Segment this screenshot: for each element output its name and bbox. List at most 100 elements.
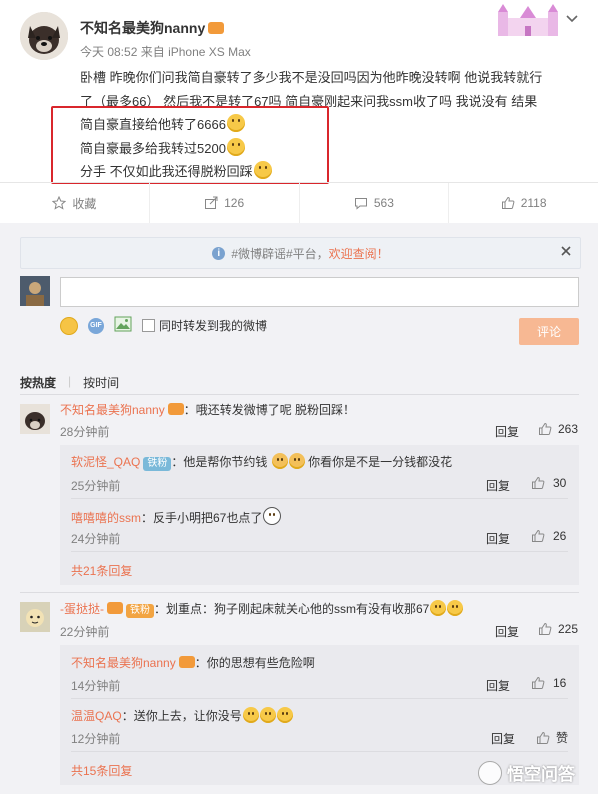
reply-reply-button[interactable]: 回复 [486,477,510,494]
reply-time: 14分钟前 [71,679,121,693]
reply-time: 12分钟前 [71,732,121,746]
post-source[interactable]: iPhone XS Max [168,45,251,59]
author-avatar[interactable] [20,12,68,60]
more-replies-link[interactable]: 共21条回复 [71,562,132,579]
thumbs-up-icon [539,622,552,635]
sync-checkbox[interactable] [142,319,155,332]
comment-input[interactable] [60,277,579,307]
castle-decoration [494,4,562,38]
laugh-emoji-icon [276,707,293,723]
vip-badge-icon [167,403,184,415]
notice-close-icon[interactable] [559,244,573,258]
more-replies-link[interactable]: 共15条回复 [71,762,132,779]
emoji-picker-icon[interactable] [60,316,78,335]
comment-reply-button[interactable]: 回复 [495,423,519,440]
reply-like-button[interactable]: 16 [531,676,566,690]
reply-body: 不知名最美狗nanny ：你的思想有些危险啊 [71,654,315,671]
dog-avatar-icon [25,412,45,430]
reply-user[interactable]: 嘻嘻嘻的ssm [71,511,141,525]
reply-divider [71,498,568,499]
star-icon [52,196,67,210]
notice-text: #微博辟谣#平台， [231,246,329,261]
reply-user[interactable]: 温温QAQ [71,709,122,723]
watermark-text: 悟空问答 [507,765,575,784]
like-count: 30 [553,476,567,490]
favorite-button[interactable]: 收藏 [0,183,150,223]
author-name-text[interactable]: 不知名最美狗nanny [80,20,205,36]
comment-text: ：哦还转发微博了呢 脱粉回踩！ [183,403,356,417]
reply-divider [71,551,568,552]
reply-text: ：送你上去，让你没号 [121,709,242,723]
post-meta: 今天 08:52 来自 iPhone XS Max [80,43,251,60]
comment-like-button[interactable]: 263 [538,422,578,436]
fan-badge: 铁粉 [143,457,172,471]
sort-divider-line [20,394,579,395]
like-count: 263 [558,422,579,436]
reply-time: 24分钟前 [71,532,121,546]
source-prefix: 来自 [140,45,165,59]
dog-avatar-icon [20,12,68,60]
notice-link[interactable]: 欢迎查阅！ [329,245,389,262]
sort-divider: | [68,374,72,388]
comment-user[interactable]: -蛋挞挞- [60,602,104,616]
image-upload-icon[interactable] [114,316,132,335]
reply-reply-button[interactable]: 回复 [486,530,510,547]
reply-like-button[interactable]: 30 [531,476,566,490]
thumbs-up-icon [532,676,545,689]
notice-bar: i #微博辟谣#平台， 欢迎查阅！ [20,237,581,269]
reply-user[interactable]: 软泥怪_QAQ [71,455,140,469]
reply-user[interactable]: 不知名最美狗nanny [71,656,176,670]
author-name[interactable]: 不知名最美狗nanny [80,18,225,38]
repost-button[interactable]: 126 [150,183,300,223]
thumbs-up-icon [532,529,545,542]
action-bar: 收藏 126 563 2118 [0,182,598,223]
like-button[interactable]: 2118 [449,183,598,223]
comment-like-button[interactable]: 225 [538,622,578,636]
comment-user[interactable]: 不知名最美狗nanny [60,403,165,417]
submit-comment-button[interactable]: 评论 [519,318,579,345]
sort-time-tab[interactable]: 按时间 [83,374,119,391]
laugh-emoji-icon [430,600,447,616]
comment-text: ：划重点：狗子刚起床就关心他的ssm有没有收那67 [154,602,430,616]
highlight-box [51,106,329,184]
fan-badge: 铁粉 [126,604,154,618]
like-count: 赞 [556,731,569,745]
comment-avatar[interactable] [20,404,50,434]
cartoon-avatar-icon [20,602,50,632]
comment-reply-button[interactable]: 回复 [495,623,519,640]
laugh-emoji-icon [447,600,464,616]
reply-like-button[interactable]: 赞 [536,729,568,746]
vip-badge-icon [178,656,195,668]
comment-icon [354,198,367,210]
reply-text-continued: 你看你是不是一分钱都没花 [308,455,453,469]
sort-hot-tab[interactable]: 按热度 [20,374,56,391]
reply-body: 软泥怪_QAQ 铁粉 ：他是帮你节约钱 你看你是不是一分钱都没花 [71,453,452,471]
post-text-line: 卧槽 昨晚你们问我简自豪转了多少我不是没回吗因为他昨晚没转啊 他说我转就行 [80,70,543,85]
vip-badge-icon [107,602,123,614]
reply-reply-button[interactable]: 回复 [491,730,515,747]
reply-like-button[interactable]: 26 [531,529,566,543]
reply-reply-button[interactable]: 回复 [486,677,510,694]
laugh-emoji-icon [259,707,276,723]
panda-emoji-icon [263,507,282,525]
post-menu-chevron-icon[interactable] [565,12,579,26]
thumbs-up-icon [539,422,552,435]
gif-icon[interactable]: GIF [88,317,104,334]
comment-button[interactable]: 563 [300,183,450,223]
castle-icon [498,4,558,36]
comment-body: 不知名最美狗nanny ：哦还转发微博了呢 脱粉回踩！ [60,401,355,418]
like-count: 16 [553,676,567,690]
reply-divider [71,698,568,699]
post-time[interactable]: 今天 08:52 [80,45,137,59]
reply-time: 25分钟前 [71,479,121,493]
laugh-emoji-icon [242,707,259,723]
sync-label: 同时转发到我的微博 [159,319,268,333]
comment-avatar[interactable] [20,602,50,632]
my-avatar[interactable] [20,276,50,306]
repost-icon [205,196,218,209]
reply-text: ：反手小明把67也点了 [141,511,263,525]
thumbs-up-icon [537,731,550,744]
reply-body: 嘻嘻嘻的ssm：反手小明把67也点了 [71,507,282,526]
thumbs-up-icon [501,196,515,209]
like-count: 2118 [520,196,547,210]
